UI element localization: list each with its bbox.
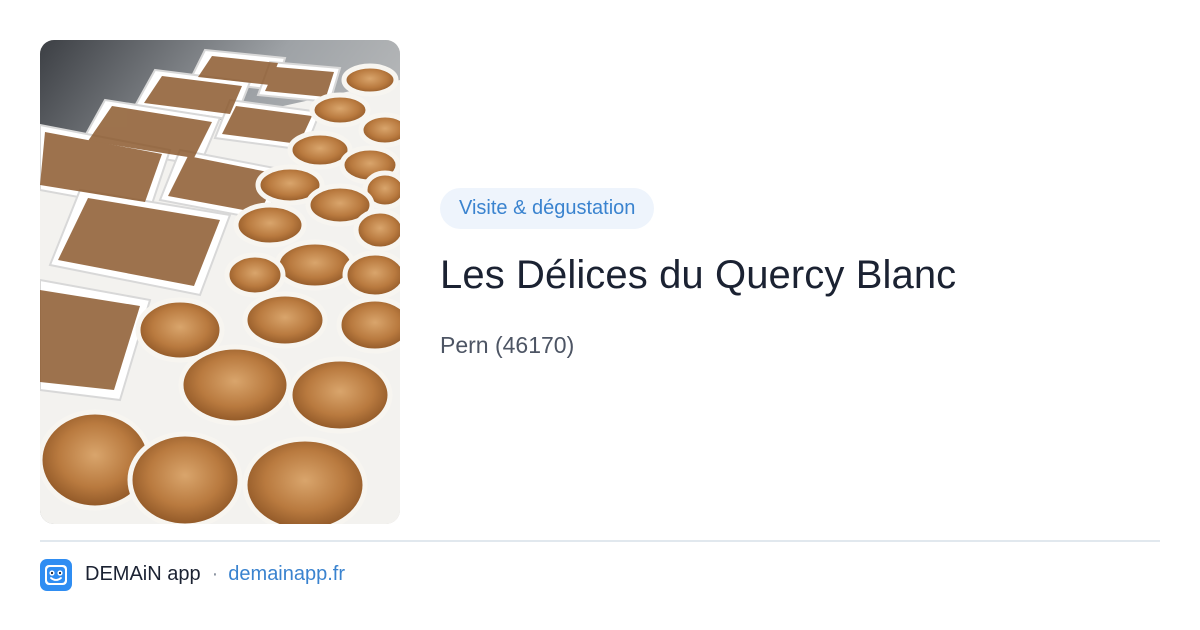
website-link[interactable]: demainapp.fr — [228, 563, 345, 586]
category-tag: Visite & dégustation — [440, 188, 655, 229]
app-name: DEMAiN app — [85, 563, 201, 585]
location-text: Pern (46170) — [440, 332, 575, 358]
pastry-photo — [40, 40, 400, 524]
app-logo-icon — [40, 558, 72, 591]
footer: DEMAiN app · demainapp.fr — [40, 558, 345, 591]
divider — [40, 540, 1160, 542]
page-title: Les Délices du Quercy Blanc — [440, 253, 957, 297]
footer-separator: · — [211, 563, 219, 585]
card-content: Visite & dégustation Les Délices du Quer… — [440, 188, 1160, 360]
pastry-image — [40, 40, 400, 524]
share-card: Visite & dégustation Les Délices du Quer… — [0, 0, 1200, 630]
